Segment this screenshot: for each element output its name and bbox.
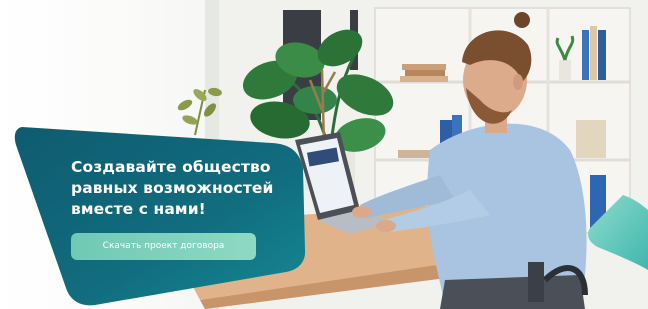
banner-headline: Создавайте общество равных возможностей … [71,157,301,220]
headline-line-1: Создавайте общество [71,158,271,176]
download-contract-button[interactable]: Скачать проект договора [71,233,256,260]
headline-line-2: равных возможностей [71,179,274,197]
office-photo [160,0,648,309]
promo-banner: Создавайте общество равных возможностей … [0,0,648,309]
headline-line-3: вместе с нами! [71,200,206,218]
